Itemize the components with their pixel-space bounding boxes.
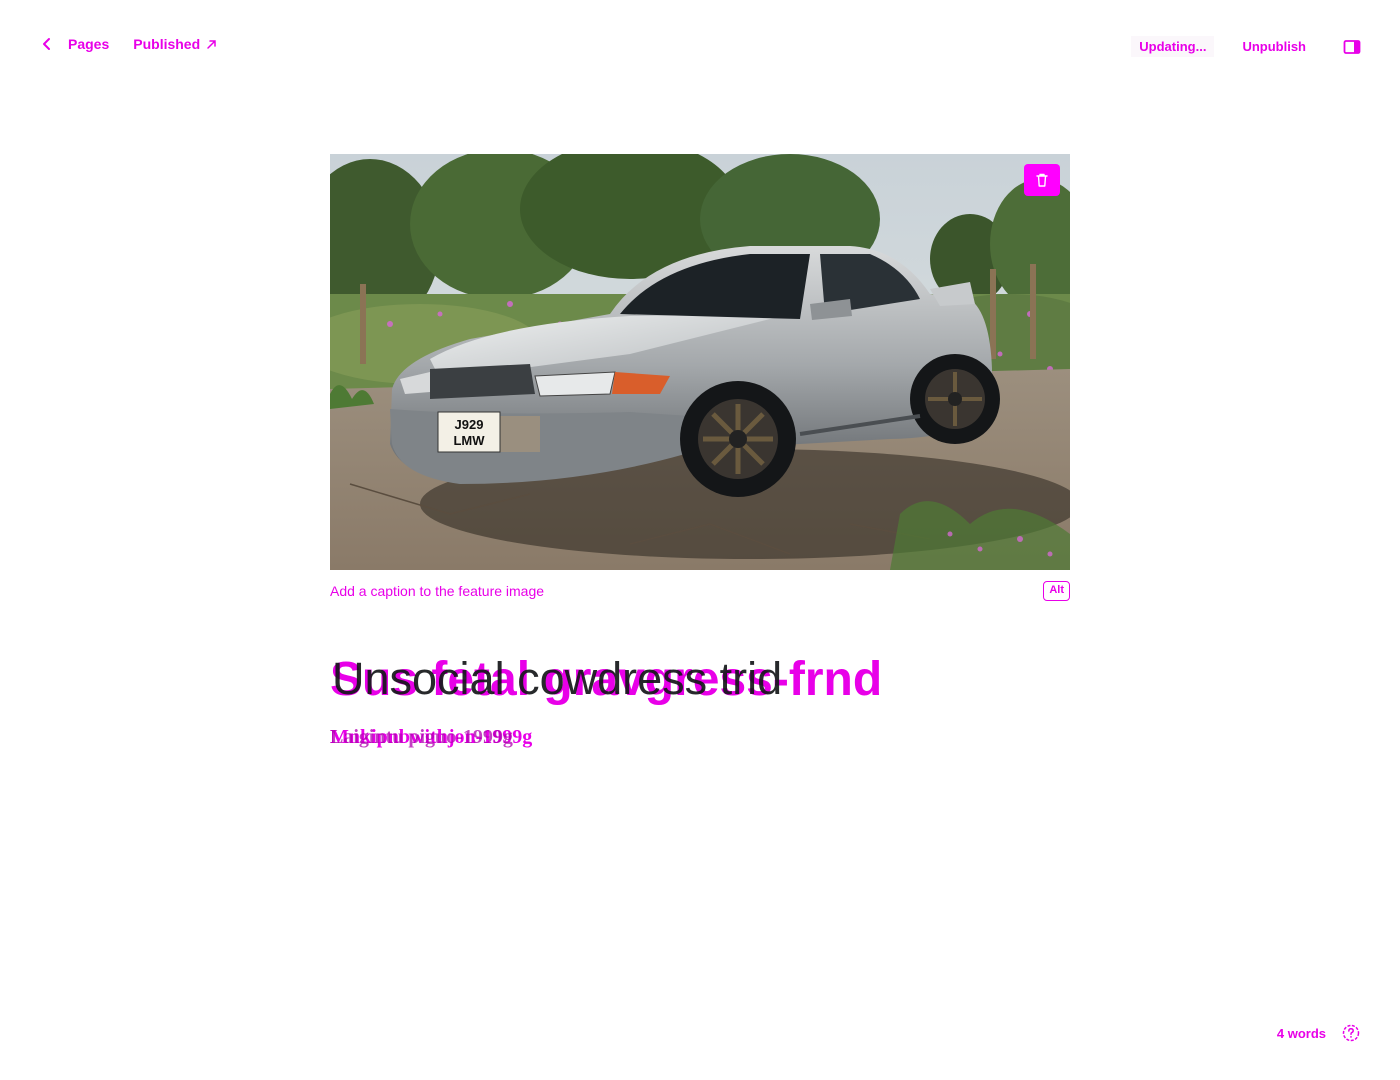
post-title-text-overlay: Unsocial cowdress trid <box>332 653 783 704</box>
sidebar-toggle-button[interactable] <box>1342 37 1362 57</box>
chevron-left-icon <box>43 38 50 50</box>
saving-status: Updating... <box>1131 36 1215 57</box>
published-status-link[interactable]: Published <box>133 36 217 52</box>
back-to-pages-link[interactable]: Pages <box>40 36 109 52</box>
post-title[interactable]: Sus fetal gravgress-frnd Unsocial cowdre… <box>330 648 1070 712</box>
word-count: 4 words <box>1276 1025 1326 1041</box>
unpublish-button[interactable]: Unpublish <box>1242 39 1306 54</box>
arrow-up-right-icon <box>207 39 216 49</box>
status-label: Published <box>133 36 201 52</box>
post-excerpt[interactable]: Mnkipnbwithjon-1999g Laigintu piguo-1999… <box>330 726 1070 754</box>
trash-icon <box>1036 173 1048 187</box>
back-label: Pages <box>68 36 110 52</box>
header-right: Updating... Unpublish <box>1131 36 1362 57</box>
post-editor: J929 LMW Add a caption to the feature im… <box>330 154 1070 754</box>
help-button[interactable] <box>1342 1024 1360 1042</box>
plate-line2: LMW <box>453 433 485 448</box>
alt-text-button[interactable]: Alt <box>1043 581 1070 601</box>
header-left: Pages Published <box>40 36 217 52</box>
plate-line1: J929 <box>455 417 484 432</box>
caption-row: Alt <box>330 570 1070 610</box>
sidebar-toggle-icon <box>1343 39 1361 54</box>
feature-image[interactable]: J929 LMW <box>330 154 1070 570</box>
post-excerpt-text-overlay: Laigintu piguo-1999g <box>330 726 513 748</box>
delete-image-button[interactable] <box>1024 164 1060 196</box>
feature-image-caption-input[interactable] <box>330 583 1010 599</box>
help-circle-icon <box>1342 1024 1360 1042</box>
editor-footer: 4 words <box>1277 1024 1360 1042</box>
car-photo: J929 LMW <box>330 154 1070 570</box>
editor-header: Pages Published Updating... Unpublish <box>0 0 1400 94</box>
